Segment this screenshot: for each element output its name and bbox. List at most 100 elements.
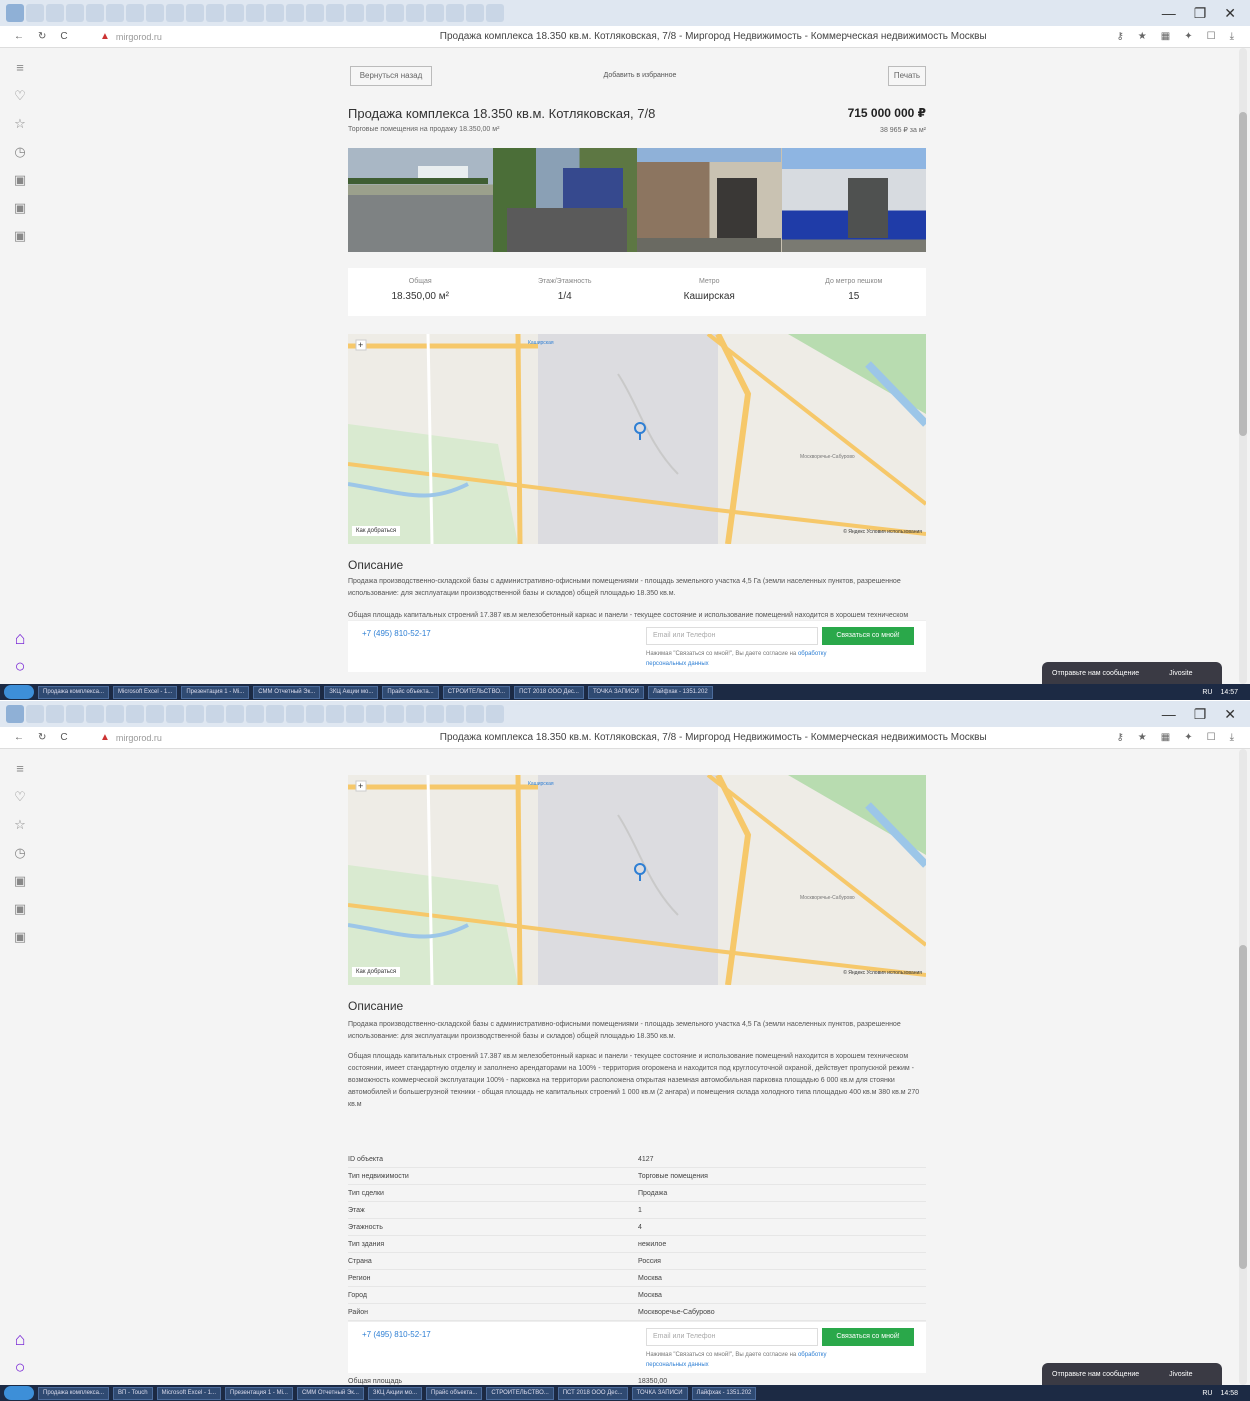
language-indicator[interactable]: RU <box>1202 1390 1212 1397</box>
clock[interactable]: 14:57 <box>1220 689 1238 696</box>
task-button[interactable]: ТОЧКА ЗАПИСИ <box>587 685 644 699</box>
tab[interactable] <box>46 705 64 723</box>
tab[interactable] <box>386 4 404 22</box>
star-icon[interactable]: ★ <box>1138 732 1147 743</box>
menu-icon[interactable]: ≡ <box>12 761 28 777</box>
app-icon[interactable]: ▣ <box>12 901 28 917</box>
tab[interactable] <box>206 705 224 723</box>
start-button[interactable] <box>4 1386 34 1400</box>
task-button[interactable]: СММ Отчетный Эк... <box>253 685 321 699</box>
tab[interactable] <box>206 4 224 22</box>
task-button[interactable]: Презентация 1 - Mi... <box>225 1386 293 1400</box>
back-icon[interactable]: ← <box>14 31 24 42</box>
tab[interactable] <box>166 4 184 22</box>
scrollbar-thumb[interactable] <box>1239 945 1247 1269</box>
tab[interactable] <box>326 705 344 723</box>
favorites-icon[interactable]: ☆ <box>12 116 28 132</box>
map-credit[interactable]: © Яндекс Условия использования <box>843 970 922 976</box>
download-icon[interactable]: ⤓ <box>1230 732 1234 743</box>
task-button[interactable]: Microsoft Excel - 1... <box>156 1386 222 1400</box>
tab[interactable] <box>466 705 484 723</box>
photo-warehouse[interactable] <box>781 148 926 252</box>
tab[interactable] <box>166 705 184 723</box>
task-button[interactable]: Лайфхак - 1351.202 <box>647 685 713 699</box>
contact-send-button[interactable]: Связаться со мной! <box>822 1328 914 1346</box>
tab[interactable] <box>66 4 84 22</box>
location-map[interactable]: + Как добраться © Яндекс Условия использ… <box>348 775 926 985</box>
task-button[interactable]: Прайс объекта... <box>382 685 439 699</box>
reload-icon[interactable]: ↻ <box>38 31 46 42</box>
tab[interactable] <box>366 4 384 22</box>
site-identity[interactable]: ▲ mirgorod.ru <box>100 732 310 743</box>
pin-icon[interactable]: ✦ <box>1184 732 1192 743</box>
phone-link[interactable]: +7 (495) 810-52-17 <box>362 629 431 638</box>
print-button[interactable]: Печать <box>888 66 926 86</box>
tab[interactable] <box>486 4 504 22</box>
tab[interactable] <box>226 4 244 22</box>
tab[interactable] <box>146 705 164 723</box>
tab[interactable] <box>446 4 464 22</box>
task-button[interactable]: Лайфхак - 1351.202 <box>691 1386 757 1400</box>
tab[interactable] <box>346 4 364 22</box>
maximize-button[interactable]: ❐ <box>1194 5 1207 22</box>
photo-street[interactable] <box>492 148 637 252</box>
home-icon[interactable]: ⌂ <box>12 629 28 647</box>
tab[interactable] <box>86 705 104 723</box>
task-button[interactable]: Продажа комплекса... <box>38 685 109 699</box>
task-button[interactable]: Прайс объекта... <box>426 1386 483 1400</box>
chat-widget[interactable]: Отправьте нам сообщение Jivosite <box>1042 662 1222 684</box>
contact-input[interactable]: Email или Телефон <box>646 1328 818 1346</box>
tab[interactable] <box>306 705 324 723</box>
tab[interactable] <box>426 4 444 22</box>
chat-icon[interactable]: ☐ <box>1207 31 1216 42</box>
tab[interactable] <box>186 705 204 723</box>
tab[interactable] <box>106 705 124 723</box>
tab[interactable] <box>466 4 484 22</box>
star-icon[interactable]: ★ <box>1138 31 1147 42</box>
map-route-control[interactable]: Как добраться <box>352 967 401 977</box>
minimize-button[interactable]: — <box>1162 5 1176 22</box>
download-icon[interactable]: ⤓ <box>1230 31 1234 42</box>
favorites-icon[interactable]: ☆ <box>12 817 28 833</box>
refresh-icon[interactable]: C <box>60 732 67 743</box>
chat-icon[interactable]: ☐ <box>1207 732 1216 743</box>
location-map[interactable]: + Как добраться © Яндекс Условия использ… <box>348 334 926 544</box>
tab[interactable] <box>26 705 44 723</box>
tab[interactable] <box>386 705 404 723</box>
app-icon[interactable]: ▣ <box>12 228 28 244</box>
bookmark-icon[interactable]: ♡ <box>12 789 28 805</box>
task-button[interactable]: ПСТ 2018 ООО Дес... <box>514 685 584 699</box>
extension-icon[interactable]: ▦ <box>1161 732 1170 743</box>
key-icon[interactable]: ⚷ <box>1116 31 1123 42</box>
tab[interactable] <box>46 4 64 22</box>
close-button[interactable]: ✕ <box>1224 706 1236 723</box>
bookmark-icon[interactable]: ♡ <box>12 88 28 104</box>
back-button[interactable]: Вернуться назад <box>350 66 432 86</box>
close-button[interactable]: ✕ <box>1224 5 1236 22</box>
tab[interactable] <box>66 705 84 723</box>
tab-active[interactable] <box>6 4 24 22</box>
circle-icon[interactable]: ○ <box>12 1358 28 1376</box>
task-button[interactable]: СММ Отчетный Эк... <box>296 1386 364 1400</box>
tab[interactable] <box>186 4 204 22</box>
tab-strip[interactable]: — ❐ ✕ <box>0 0 1250 26</box>
tab[interactable] <box>406 705 424 723</box>
tab[interactable] <box>246 705 264 723</box>
tab[interactable] <box>306 4 324 22</box>
tab[interactable] <box>126 4 144 22</box>
tab[interactable] <box>266 705 284 723</box>
tab[interactable] <box>366 705 384 723</box>
tab[interactable] <box>226 705 244 723</box>
task-button[interactable]: СТРОИТЕЛЬСТВО... <box>442 685 511 699</box>
tab[interactable] <box>26 4 44 22</box>
history-icon[interactable]: ◷ <box>12 144 28 160</box>
tab[interactable] <box>126 705 144 723</box>
favorites-link[interactable]: Добавить в избранное <box>580 72 700 79</box>
task-button[interactable]: ВП - Touch <box>112 1386 153 1400</box>
task-button[interactable]: ЗКЦ Акции мо... <box>367 1386 423 1400</box>
photo-office-building[interactable] <box>637 148 782 252</box>
contact-send-button[interactable]: Связаться со мной! <box>822 627 914 645</box>
clock[interactable]: 14:58 <box>1220 1390 1238 1397</box>
app-icon[interactable]: ▣ <box>12 200 28 216</box>
back-icon[interactable]: ← <box>14 732 24 743</box>
